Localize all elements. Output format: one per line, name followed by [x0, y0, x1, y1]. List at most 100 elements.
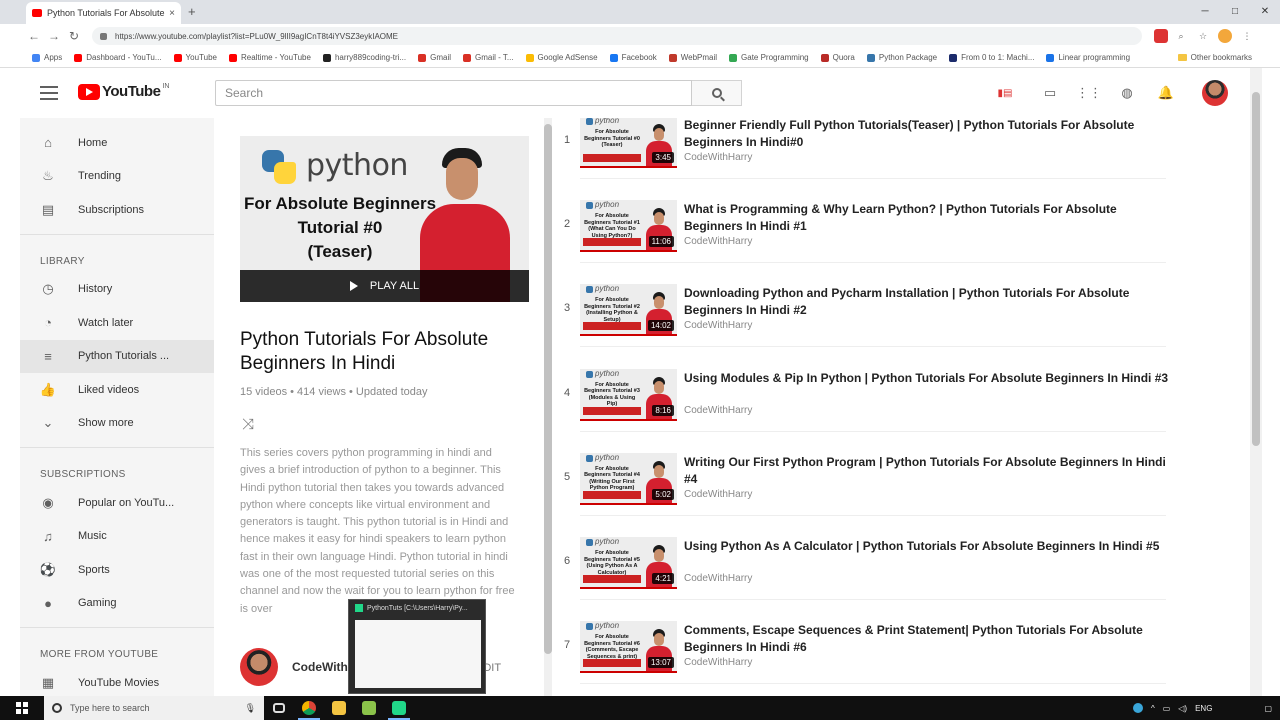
taskbar-chrome[interactable]: [294, 696, 324, 720]
extension-icon[interactable]: [1154, 29, 1168, 43]
taskbar-window-preview[interactable]: PythonTuts [C:\Users\Harry\Py...: [348, 599, 486, 694]
forward-arrow-icon[interactable]: →: [44, 29, 64, 43]
bookmark-item[interactable]: Gmail - T...: [463, 53, 514, 62]
volume-icon[interactable]: ◁): [1178, 704, 1187, 713]
bookmark-item[interactable]: Google AdSense: [525, 53, 598, 62]
bookmark-item[interactable]: harry889coding-tri...: [322, 53, 406, 62]
taskbar-search-box[interactable]: Type here to search 🎙: [44, 696, 264, 720]
video-channel[interactable]: CodeWithHarry: [684, 405, 752, 416]
playlist-video-row[interactable]: 7 python For Absolute Beginners Tutorial #…: [552, 621, 1248, 696]
video-thumbnail[interactable]: python For Absolute Beginners Tutorial #0…: [580, 118, 677, 168]
taskbar-notepad[interactable]: [354, 696, 384, 720]
sidebar-item-popular-on-youtu[interactable]: ◉ Popular on YouTu...: [20, 486, 214, 520]
browser-tab[interactable]: Python Tutorials For Absolute Be... ×: [26, 2, 181, 24]
playlist-video-row[interactable]: 2 python For Absolute Beginners Tutorial #…: [552, 200, 1248, 284]
playlist-video-row[interactable]: 1 python For Absolute Beginners Tutorial #…: [552, 118, 1248, 200]
video-title[interactable]: Downloading Python and Pycharm Installat…: [684, 285, 1172, 319]
apps-grid-icon[interactable]: ⋮⋮: [1076, 85, 1102, 101]
video-channel[interactable]: CodeWithHarry: [684, 320, 752, 331]
bookmark-item[interactable]: Apps: [32, 53, 62, 62]
page-scrollbar-thumb[interactable]: [1252, 92, 1260, 446]
sidebar-item-home[interactable]: ⌂ Home: [20, 126, 214, 160]
microphone-icon[interactable]: 🎙: [245, 703, 256, 714]
star-icon[interactable]: ☆: [1196, 29, 1210, 43]
bookmark-item[interactable]: Python Package: [866, 53, 937, 62]
sidebar-item-show-more[interactable]: ⌄ Show more: [20, 407, 214, 441]
profile-icon[interactable]: [1218, 29, 1232, 43]
messages-icon[interactable]: ◍: [1118, 85, 1136, 101]
sidebar-item-liked-videos[interactable]: 👍 Liked videos: [20, 373, 214, 407]
play-all-button[interactable]: PLAY ALL: [240, 270, 529, 302]
video-title[interactable]: Comments, Escape Sequences & Print State…: [684, 622, 1172, 656]
video-title[interactable]: Writing Our First Python Program | Pytho…: [684, 454, 1172, 488]
url-omnibox[interactable]: https://www.youtube.com/playlist?list=PL…: [92, 27, 1142, 45]
user-avatar[interactable]: [1202, 80, 1228, 106]
video-channel[interactable]: CodeWithHarry: [684, 657, 752, 668]
network-icon[interactable]: ▭: [1163, 704, 1171, 713]
input-language[interactable]: ENG: [1195, 704, 1212, 713]
playlist-video-row[interactable]: 5 python For Absolute Beginners Tutorial #…: [552, 452, 1248, 537]
search-input[interactable]: Search: [215, 80, 692, 106]
new-tab-button[interactable]: +: [188, 4, 196, 19]
sidebar-item-trending[interactable]: ♨ Trending: [20, 160, 214, 194]
zoom-icon[interactable]: ⌕: [1174, 29, 1188, 43]
notification-center-icon[interactable]: ▢: [1264, 704, 1272, 713]
video-thumbnail[interactable]: python For Absolute Beginners Tutorial #1…: [580, 200, 677, 253]
bookmark-item[interactable]: WebPmail: [668, 53, 717, 62]
tray-app-icon[interactable]: [1132, 703, 1143, 713]
sidebar-item-watch-later[interactable]: ◔ Watch later: [20, 306, 214, 340]
bookmark-item[interactable]: Quora: [820, 53, 855, 62]
video-thumbnail[interactable]: python For Absolute Beginners Tutorial #4…: [580, 452, 677, 505]
playlist-thumbnail[interactable]: python For Absolute Beginners Tutorial #…: [240, 136, 529, 302]
minimize-button[interactable]: ─: [1190, 0, 1220, 22]
bookmark-item[interactable]: From 0 to 1: Machi...: [949, 53, 1034, 62]
start-button[interactable]: [0, 696, 44, 720]
sidebar-item-sports[interactable]: ⚽ Sports: [20, 553, 214, 587]
scrollbar-thumb[interactable]: [544, 124, 552, 654]
task-view-button[interactable]: [264, 696, 294, 720]
tab-close-icon[interactable]: ×: [169, 8, 175, 19]
playlist-video-row[interactable]: 3 python For Absolute Beginners Tutorial #…: [552, 284, 1248, 368]
bookmark-item[interactable]: Linear programming: [1046, 53, 1130, 62]
bookmark-item[interactable]: Realtime - YouTube: [228, 53, 311, 62]
back-arrow-icon[interactable]: ←: [24, 29, 44, 43]
shuffle-icon[interactable]: ⤨: [242, 416, 254, 433]
playlist-panel-scrollbar[interactable]: [544, 118, 552, 696]
sidebar-item-python-tutorials[interactable]: ≡ Python Tutorials ...: [20, 339, 214, 373]
video-channel[interactable]: CodeWithHarry: [684, 573, 752, 584]
other-bookmarks[interactable]: Other bookmarks: [1177, 53, 1252, 62]
page-scrollbar[interactable]: [1250, 68, 1262, 696]
menu-hamburger-icon[interactable]: [40, 86, 58, 100]
playlist-video-row[interactable]: 4 python For Absolute Beginners Tutorial #…: [552, 368, 1248, 453]
bookmark-item[interactable]: Dashboard - YouTu...: [74, 53, 162, 62]
sidebar-item-history[interactable]: ◷ History: [20, 273, 214, 307]
bookmark-item[interactable]: Gate Programming: [729, 53, 809, 62]
playlist-video-row[interactable]: 6 python For Absolute Beginners Tutorial #…: [552, 537, 1248, 621]
video-thumbnail[interactable]: python For Absolute Beginners Tutorial #6…: [580, 621, 677, 674]
channel-avatar[interactable]: [240, 648, 278, 686]
taskbar-explorer[interactable]: [324, 696, 354, 720]
sidebar-item-youtube-movies[interactable]: ▦ YouTube Movies: [20, 666, 214, 696]
search-button[interactable]: [692, 80, 742, 106]
video-channel[interactable]: CodeWithHarry: [684, 236, 752, 247]
taskbar-pycharm[interactable]: [384, 696, 414, 720]
video-thumbnail[interactable]: python For Absolute Beginners Tutorial #2…: [580, 284, 677, 337]
reload-icon[interactable]: ↻: [64, 29, 84, 43]
notifications-bell-icon[interactable]: 🔔: [1157, 85, 1175, 101]
sidebar-item-subscriptions[interactable]: ▤ Subscriptions: [20, 193, 214, 227]
browser-menu-icon[interactable]: ⋮: [1240, 29, 1254, 43]
video-title[interactable]: Using Python As A Calculator | Python Tu…: [684, 538, 1172, 555]
video-channel[interactable]: CodeWithHarry: [684, 152, 752, 163]
video-channel[interactable]: CodeWithHarry: [684, 489, 752, 500]
video-title[interactable]: Beginner Friendly Full Python Tutorials(…: [684, 118, 1172, 151]
upgrade-badge-icon[interactable]: ▮▤: [992, 85, 1018, 101]
bookmark-item[interactable]: Gmail: [418, 53, 451, 62]
create-video-icon[interactable]: ▭: [1041, 85, 1059, 101]
bookmark-item[interactable]: Facebook: [609, 53, 657, 62]
video-title[interactable]: Using Modules & Pip In Python | Python T…: [684, 370, 1172, 387]
maximize-button[interactable]: □: [1220, 0, 1250, 22]
youtube-logo[interactable]: YouTube IN: [78, 83, 169, 100]
bookmark-item[interactable]: YouTube: [173, 53, 217, 62]
video-thumbnail[interactable]: python For Absolute Beginners Tutorial #3…: [580, 368, 677, 421]
close-window-button[interactable]: ✕: [1250, 0, 1280, 22]
